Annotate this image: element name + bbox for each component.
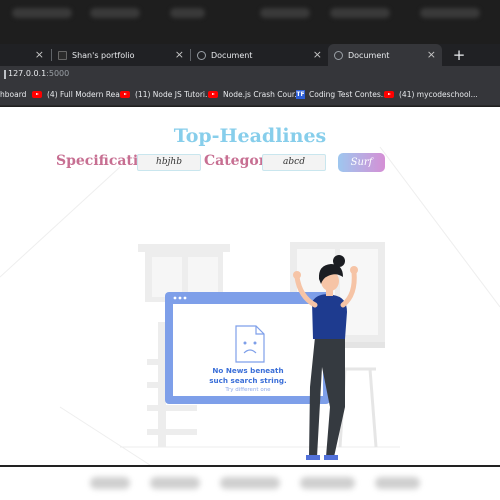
close-icon[interactable]: × <box>313 49 322 60</box>
close-icon[interactable]: × <box>427 49 436 60</box>
blurred-bottom-strip <box>0 465 500 500</box>
youtube-icon <box>208 91 218 98</box>
empty-state-message: No News beneath such search string. Try … <box>173 366 323 395</box>
blurred-text <box>260 8 310 18</box>
coding-site-icon: TF <box>296 90 305 99</box>
close-icon[interactable]: × <box>35 49 44 60</box>
empty-state-hint: Try different one <box>225 387 271 393</box>
tab-bar: × Shan's portfolio × Document × Document… <box>0 44 500 66</box>
new-tab-button[interactable]: + <box>450 46 468 64</box>
tab-title: Document <box>348 50 390 60</box>
empty-state-line-1: No News beneath <box>212 366 284 375</box>
bookmark-label: Node.js Crash Cour... <box>223 90 302 99</box>
category-input[interactable]: abcd <box>262 154 326 171</box>
bookmark-item[interactable]: TF Coding Test Contes... <box>296 90 388 99</box>
tab-3[interactable]: Document × <box>191 44 328 66</box>
blurred-text <box>90 477 130 489</box>
surf-button[interactable]: Surf <box>338 153 385 172</box>
blurred-text <box>420 8 480 18</box>
blurred-text <box>375 477 420 489</box>
page-viewport: Top-Headlines Specification hbjhb Catego… <box>0 107 500 465</box>
screen: × Shan's portfolio × Document × Document… <box>0 0 500 500</box>
blurred-text <box>150 477 200 489</box>
bookmark-label: (11) Node JS Tutori... <box>135 90 213 99</box>
bookmark-item[interactable]: (4) Full Modern Rea... <box>32 90 127 99</box>
tab-1[interactable]: × <box>0 44 50 66</box>
site-info-icon[interactable] <box>0 70 6 79</box>
tab-2[interactable]: Shan's portfolio × <box>52 44 190 66</box>
url-host: 127.0.0.1 <box>8 69 47 78</box>
specification-input[interactable]: hbjhb <box>137 154 201 171</box>
address-bar[interactable]: 127.0.0.1:5000 <box>0 66 500 84</box>
divider <box>0 465 500 467</box>
tab-title: Document <box>211 50 253 60</box>
url-port: :5000 <box>46 69 70 78</box>
bookmark-label: hboard <box>0 90 27 99</box>
youtube-icon <box>32 91 42 98</box>
blurred-text <box>220 477 280 489</box>
url-text[interactable]: 127.0.0.1:5000 <box>8 69 69 78</box>
blurred-text <box>12 8 72 18</box>
tab-4-active[interactable]: Document × <box>328 44 442 66</box>
bookmark-label: (4) Full Modern Rea... <box>47 90 127 99</box>
empty-state-line-2: such search string. <box>209 376 287 385</box>
blurred-text <box>90 8 140 18</box>
blurred-top-strip <box>0 0 500 44</box>
bookmark-item[interactable]: (41) mycodeschool... <box>384 90 478 99</box>
close-icon[interactable]: × <box>175 49 184 60</box>
bookmark-label: (41) mycodeschool... <box>399 90 478 99</box>
blurred-text <box>300 477 355 489</box>
blurred-text <box>170 8 205 18</box>
globe-icon <box>334 50 343 60</box>
favicon-icon <box>58 50 67 60</box>
youtube-icon <box>384 91 394 98</box>
bookmark-item[interactable]: hboard <box>0 90 26 99</box>
bookmark-label: Coding Test Contes... <box>309 90 388 99</box>
blurred-text <box>330 8 390 18</box>
sad-document-icon <box>235 325 265 363</box>
bookmark-item[interactable]: (11) Node JS Tutori... <box>120 90 212 99</box>
bookmark-item[interactable]: Node.js Crash Cour... <box>208 90 301 99</box>
bookmarks-bar: hboard (4) Full Modern Rea... (11) Node … <box>0 84 500 106</box>
globe-icon <box>197 50 206 60</box>
tab-title: Shan's portfolio <box>72 50 135 60</box>
page-title: Top-Headlines <box>173 125 327 147</box>
youtube-icon <box>120 91 130 98</box>
